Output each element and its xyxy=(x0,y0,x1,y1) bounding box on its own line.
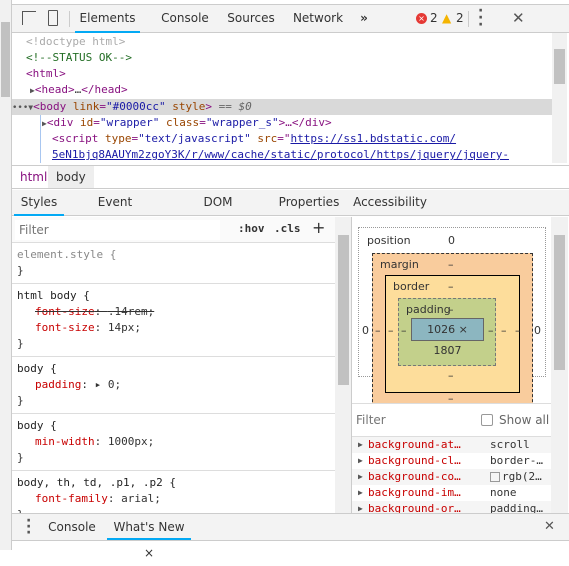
tab-console[interactable]: Console xyxy=(152,5,218,33)
style-rule[interactable]: body {min-width: 1000px;} xyxy=(12,414,335,471)
tab-event-listeners[interactable]: Event Listeners xyxy=(70,190,160,234)
tab-network[interactable]: Network xyxy=(288,5,348,33)
tab-accessibility[interactable]: Accessibility xyxy=(352,190,428,216)
error-icon[interactable]: × xyxy=(416,13,427,24)
more-tabs-button[interactable]: » xyxy=(354,5,374,33)
drawer-tab-console[interactable]: Console xyxy=(44,514,100,540)
show-all-label[interactable]: Show all xyxy=(499,413,549,427)
dom-node-doctype[interactable]: <!doctype html> xyxy=(12,34,552,50)
rule-selector[interactable]: body, th, td, .p1, .p2 { xyxy=(17,475,330,491)
style-property[interactable]: font-size: 14px; xyxy=(17,320,330,336)
computed-pane: Show all ▶background-at…scroll▶backgroun… xyxy=(352,403,551,513)
rule-selector[interactable]: element.style { xyxy=(17,247,330,263)
dom-node-comment[interactable]: <!--STATUS OK--> xyxy=(12,50,552,66)
style-property[interactable]: min-width: 1000px; xyxy=(17,434,330,450)
tab-properties[interactable]: Properties xyxy=(278,190,340,216)
sidebar-tabs: Styles Event Listeners DOM Breakpoints P… xyxy=(12,190,569,234)
script-src-link[interactable]: 5eN1bjq8AAUYm2zgoY3K/r/www/cache/static/… xyxy=(52,148,509,161)
warning-icon[interactable]: ▲ xyxy=(442,11,451,25)
drawer-menu-icon[interactable]: · · · xyxy=(26,514,31,540)
styles-filter-input[interactable] xyxy=(15,220,220,240)
tab-sources[interactable]: Sources xyxy=(218,5,284,33)
close-tab-icon[interactable]: × xyxy=(144,546,154,560)
close-icon[interactable]: ✕ xyxy=(512,9,525,27)
show-all-checkbox[interactable] xyxy=(481,414,493,426)
page-scrollbar[interactable] xyxy=(0,0,12,550)
new-style-rule-button[interactable]: + xyxy=(312,218,325,237)
devtools-toolbar: Elements Console Sources Network » × 2 ▲… xyxy=(12,4,569,33)
rule-selector[interactable]: body { xyxy=(17,361,330,377)
box-model-pane: position 0 margin – border – padding – 1… xyxy=(352,217,551,513)
warning-count[interactable]: 2 xyxy=(456,11,464,25)
drawer-tab-whats-new[interactable]: What's New × xyxy=(107,514,191,560)
breadcrumb-body[interactable]: body xyxy=(48,166,94,188)
style-property[interactable]: font-size: .14rem; xyxy=(17,304,330,320)
dom-tree[interactable]: <!doctype html> <!--STATUS OK--> <html> … xyxy=(12,33,552,163)
tab-elements[interactable]: Elements xyxy=(75,5,140,33)
inspect-icon[interactable] xyxy=(22,11,36,25)
tab-dom-breakpoints[interactable]: DOM Breakpoints xyxy=(166,190,270,234)
dom-node-html[interactable]: <html> xyxy=(12,66,552,82)
dom-node-body[interactable]: •••▼<body link="#0000cc" style> == $0 xyxy=(12,99,552,115)
style-rule[interactable]: element.style {} xyxy=(12,243,335,284)
breadcrumb: html body xyxy=(12,165,569,189)
hov-button[interactable]: :hov xyxy=(238,222,265,235)
dom-node-div-wrapper[interactable]: ▶<div id="wrapper" class="wrapper_s">…</… xyxy=(12,115,552,131)
computed-property[interactable]: ▶ background-or… padding… xyxy=(352,501,551,513)
kebab-menu-icon[interactable]: · · · xyxy=(478,4,483,32)
computed-filter-input[interactable] xyxy=(356,410,466,430)
color-swatch[interactable] xyxy=(490,472,500,482)
computed-scrollbar[interactable] xyxy=(551,217,568,513)
breadcrumb-html[interactable]: html xyxy=(20,170,47,184)
style-rule[interactable]: body {padding: ▸ 0;} xyxy=(12,357,335,414)
dom-tree-scrollbar[interactable] xyxy=(552,33,567,163)
rule-selector[interactable]: html body { xyxy=(17,288,330,304)
close-drawer-icon[interactable]: ✕ xyxy=(544,519,555,534)
device-toggle-icon[interactable] xyxy=(48,10,58,26)
style-rule[interactable]: body, th, td, .p1, .p2 {font-family: ari… xyxy=(12,471,335,513)
style-property[interactable]: padding: ▸ 0; xyxy=(17,377,330,393)
cls-button[interactable]: .cls xyxy=(274,222,301,235)
style-property[interactable]: font-family: arial; xyxy=(17,491,330,507)
dom-node-script[interactable]: <script type="text/javascript" src="http… xyxy=(12,131,552,147)
computed-property[interactable]: ▶ background-im… none xyxy=(352,485,551,501)
computed-property[interactable]: ▶ background-at… scroll xyxy=(352,437,551,453)
styles-scrollbar[interactable] xyxy=(335,217,352,513)
rule-selector[interactable]: body { xyxy=(17,418,330,434)
tab-styles[interactable]: Styles xyxy=(14,190,64,216)
drawer-toolbar: · · · Console What's New × ✕ xyxy=(12,513,569,560)
dom-node-head[interactable]: ▶<head>…</head> xyxy=(12,82,552,98)
box-content[interactable]: 1026 × 1807 xyxy=(411,318,484,357)
styles-pane: :hov .cls + element.style {}html body {f… xyxy=(12,217,335,513)
computed-property[interactable]: ▶ background-cl… border-… xyxy=(352,453,551,469)
computed-property[interactable]: ▶ background-co… rgb(2… xyxy=(352,469,551,485)
error-count[interactable]: 2 xyxy=(430,11,438,25)
style-rule[interactable]: html body {font-size: .14rem; font-size: … xyxy=(12,284,335,357)
script-src-link[interactable]: https://ss1.bdstatic.com/ xyxy=(290,132,456,145)
